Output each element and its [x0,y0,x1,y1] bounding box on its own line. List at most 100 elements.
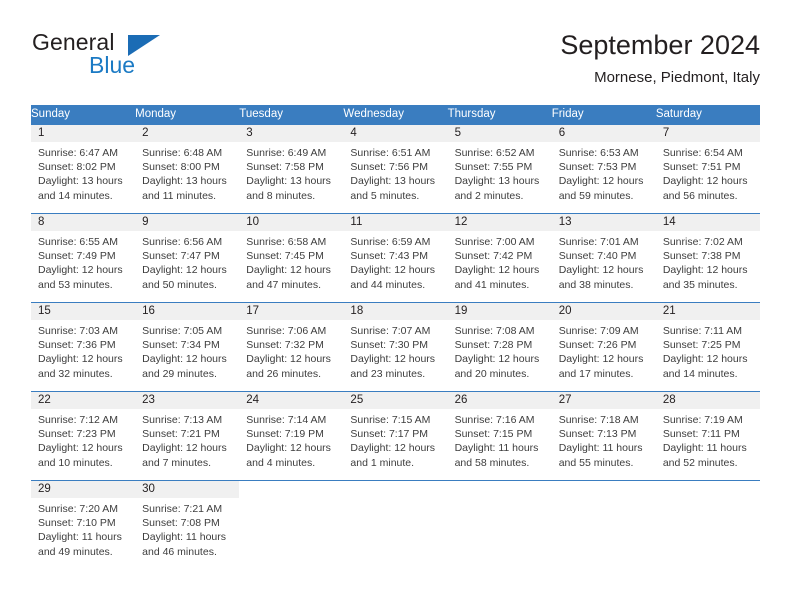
day-cell[interactable]: 1 Sunrise: 6:47 AM Sunset: 8:02 PM Daylight… [31,124,136,214]
day-cell[interactable]: 26 Sunrise: 7:16 AM Sunset: 7:15 PM Dayligh… [447,391,552,481]
sunset-text: Sunset: 7:08 PM [142,517,220,530]
day-number: 12 [447,214,552,231]
sunset-text: Sunset: 7:45 PM [246,250,324,263]
daylight-text-line2: and 8 minutes. [246,189,316,202]
day-cell[interactable]: 8 Sunrise: 6:55 AM Sunset: 7:49 PM Daylight… [31,213,136,303]
day-cell[interactable]: 22 Sunrise: 7:12 AM Sunset: 7:23 PM Dayligh… [31,391,136,481]
sunset-text: Sunset: 7:30 PM [350,339,429,352]
day-number: 11 [343,214,448,231]
day-cell[interactable]: 29 Sunrise: 7:20 AM Sunset: 7:10 PM Dayligh… [31,480,136,569]
day-cell[interactable]: 9 Sunrise: 6:56 AM Sunset: 7:47 PM Daylight… [135,213,240,303]
day-cell[interactable]: 18 Sunrise: 7:07 AM Sunset: 7:30 PM Dayligh… [343,302,448,392]
day-cell[interactable]: 28 Sunrise: 7:19 AM Sunset: 7:11 PM Dayligh… [655,391,760,481]
day-cell[interactable]: 30 Sunrise: 7:21 AM Sunset: 7:08 PM Dayligh… [135,480,240,569]
sunrise-text: Sunrise: 7:07 AM [350,325,431,337]
day-number [656,481,760,498]
day-cell[interactable]: 15 Sunrise: 7:03 AM Sunset: 7:36 PM Dayligh… [31,302,136,392]
daylight-text-line2: and 41 minutes. [454,278,530,291]
sunset-text: Sunset: 7:34 PM [142,339,220,352]
sunset-text: Sunset: 7:25 PM [662,339,741,352]
day-details: Sunrise: 7:13 AM Sunset: 7:21 PM Daylight:… [135,409,239,470]
daylight-text-line2: and 4 minutes. [246,456,316,469]
day-cell[interactable]: 14 Sunrise: 7:02 AM Sunset: 7:38 PM Dayligh… [655,213,760,303]
day-cell[interactable]: 7 Sunrise: 6:54 AM Sunset: 7:51 PM Daylight… [655,124,760,214]
day-cell[interactable]: 19 Sunrise: 7:08 AM Sunset: 7:28 PM Dayligh… [447,302,552,392]
day-cell[interactable]: 17 Sunrise: 7:06 AM Sunset: 7:32 PM Dayligh… [239,302,344,392]
weekday-header-saturday: Saturday [655,105,760,125]
sunset-text: Sunset: 7:38 PM [662,250,741,263]
page-title: September 2024 [560,30,760,60]
sunrise-text: Sunrise: 6:59 AM [350,236,431,248]
sunrise-text: Sunrise: 6:54 AM [662,147,743,159]
day-cell[interactable]: 13 Sunrise: 7:01 AM Sunset: 7:40 PM Dayligh… [551,213,656,303]
day-cell[interactable]: 3 Sunrise: 6:49 AM Sunset: 7:58 PM Daylight… [239,124,344,214]
day-cell[interactable]: 5 Sunrise: 6:52 AM Sunset: 7:55 PM Daylight… [447,124,552,214]
day-cell[interactable]: 23 Sunrise: 7:13 AM Sunset: 7:21 PM Dayligh… [135,391,240,481]
day-cell[interactable]: 12 Sunrise: 7:00 AM Sunset: 7:42 PM Dayligh… [447,213,552,303]
daylight-text-line2: and 56 minutes. [662,189,738,202]
sunset-text: Sunset: 7:32 PM [246,339,324,352]
sunrise-text: Sunrise: 7:19 AM [662,414,743,426]
daylight-text-line2: and 47 minutes. [246,278,321,291]
general-blue-logo[interactable]: General Blue [31,28,261,90]
day-cell[interactable]: 27 Sunrise: 7:18 AM Sunset: 7:13 PM Dayligh… [551,391,656,481]
day-cell[interactable]: 6 Sunrise: 6:53 AM Sunset: 7:53 PM Daylight… [551,124,656,214]
sunset-text: Sunset: 7:51 PM [662,161,741,174]
day-cell[interactable]: 4 Sunrise: 6:51 AM Sunset: 7:56 PM Daylight… [343,124,448,214]
sunset-text: Sunset: 7:36 PM [38,339,116,352]
day-cell[interactable]: 20 Sunrise: 7:09 AM Sunset: 7:26 PM Dayligh… [551,302,656,392]
day-details: Sunrise: 6:58 AM Sunset: 7:45 PM Daylight:… [239,231,343,292]
sunrise-text: Sunrise: 7:03 AM [38,325,118,337]
sunset-text: Sunset: 7:58 PM [246,161,324,174]
day-details: Sunrise: 6:48 AM Sunset: 8:00 PM Daylight:… [135,142,239,203]
day-cell[interactable]: 24 Sunrise: 7:14 AM Sunset: 7:19 PM Dayligh… [239,391,344,481]
page-header: General Blue September 2024 Mornese, Pie… [31,28,760,90]
sunset-text: Sunset: 7:49 PM [38,250,116,263]
daylight-text-line1: Daylight: 12 hours [350,442,436,455]
sunrise-text: Sunrise: 7:08 AM [454,325,535,337]
sunrise-text: Sunrise: 6:47 AM [38,147,118,159]
day-details: Sunrise: 6:59 AM Sunset: 7:43 PM Daylight:… [343,231,447,292]
daylight-text-line2: and 32 minutes. [38,367,113,380]
day-cell-empty [655,480,760,569]
day-cell[interactable]: 16 Sunrise: 7:05 AM Sunset: 7:34 PM Dayligh… [135,302,240,392]
day-number: 3 [239,125,344,142]
day-cell-empty [447,480,552,569]
sunset-text: Sunset: 7:11 PM [662,428,740,441]
daylight-text-line2: and 1 minute. [350,456,415,469]
day-number: 14 [655,214,760,231]
day-number: 15 [31,303,136,320]
day-cell[interactable]: 21 Sunrise: 7:11 AM Sunset: 7:25 PM Dayligh… [655,302,760,392]
day-cell[interactable]: 11 Sunrise: 6:59 AM Sunset: 7:43 PM Dayligh… [343,213,448,303]
daylight-text-line2: and 50 minutes. [142,278,217,291]
title-block: September 2024 Mornese, Piedmont, Italy [560,28,760,87]
day-cell[interactable]: 2 Sunrise: 6:48 AM Sunset: 8:00 PM Daylight… [135,124,240,214]
daylight-text-line1: Daylight: 12 hours [558,175,644,188]
sunrise-text: Sunrise: 7:12 AM [38,414,118,426]
daylight-text-line1: Daylight: 12 hours [142,353,227,366]
day-cell[interactable]: 10 Sunrise: 6:58 AM Sunset: 7:45 PM Dayligh… [239,213,344,303]
sunrise-text: Sunrise: 7:09 AM [558,325,639,337]
day-details: Sunrise: 6:52 AM Sunset: 7:55 PM Daylight:… [448,142,552,203]
daylight-text-line1: Daylight: 12 hours [662,264,748,277]
daylight-text-line2: and 52 minutes. [662,456,738,469]
sunrise-text: Sunrise: 6:56 AM [142,236,223,248]
sunrise-text: Sunrise: 7:05 AM [142,325,223,337]
daylight-text-line2: and 20 minutes. [454,367,530,380]
sunrise-text: Sunrise: 6:52 AM [454,147,535,159]
day-number: 6 [551,125,656,142]
day-cell-empty [551,480,656,569]
day-number [552,481,656,498]
daylight-text-line2: and 55 minutes. [558,456,634,469]
sunset-text: Sunset: 7:56 PM [350,161,429,174]
daylight-text-line1: Daylight: 12 hours [350,353,436,366]
day-details: Sunrise: 7:15 AM Sunset: 7:17 PM Daylight:… [343,409,447,470]
weekday-header-thursday: Thursday [447,105,552,125]
daylight-text-line1: Daylight: 12 hours [38,442,123,455]
day-number: 25 [343,392,448,409]
day-cell[interactable]: 25 Sunrise: 7:15 AM Sunset: 7:17 PM Dayligh… [343,391,448,481]
sunrise-text: Sunrise: 7:14 AM [246,414,327,426]
daylight-text-line2: and 14 minutes. [662,367,738,380]
sunset-text: Sunset: 7:42 PM [454,250,533,263]
daylight-text-line2: and 35 minutes. [662,278,738,291]
